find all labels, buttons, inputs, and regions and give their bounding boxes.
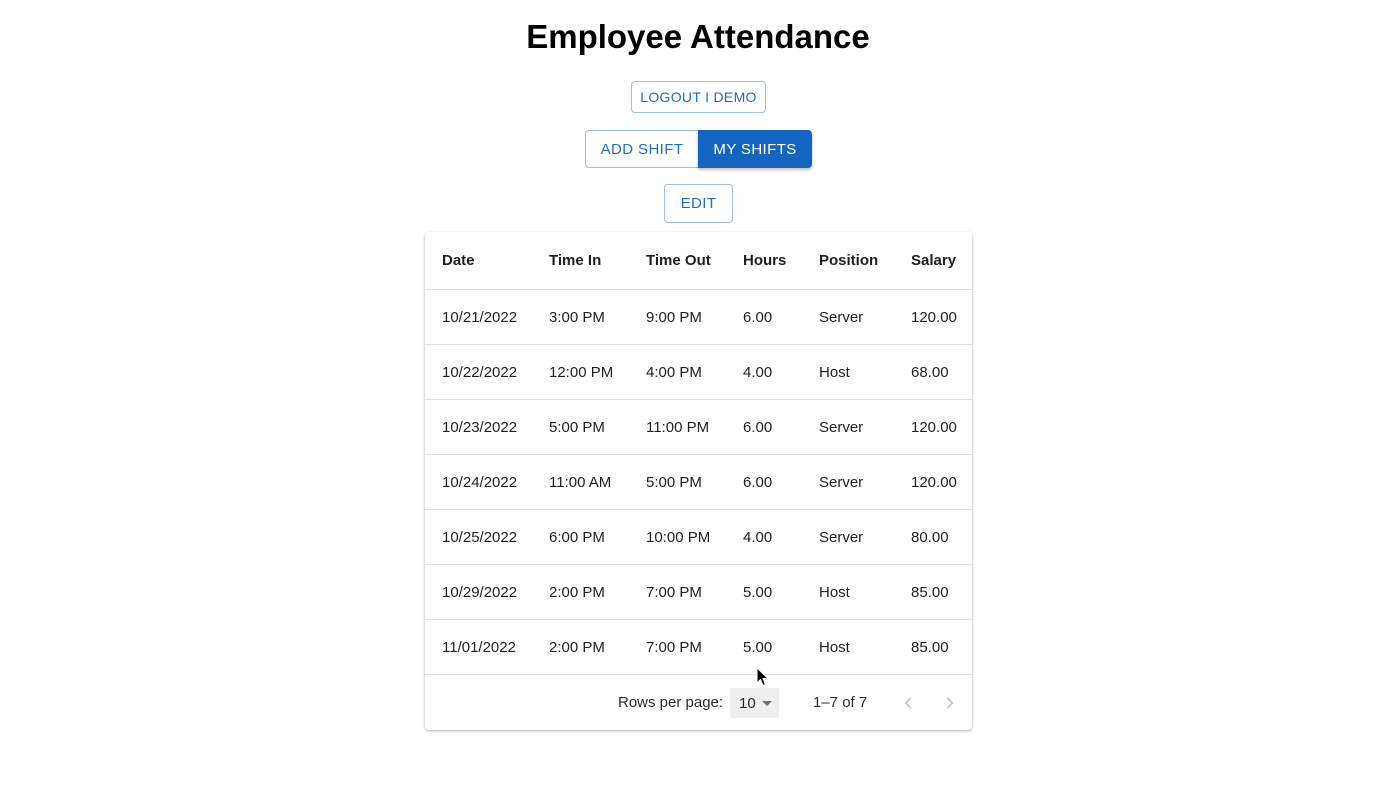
column-header-date[interactable]: Date [442,232,475,289]
edit-button[interactable]: EDIT [664,184,733,223]
cell-time-out: 4:00 PM [646,363,702,381]
cell-salary: 85.00 [911,638,949,656]
table-row[interactable]: 10/21/2022 3:00 PM 9:00 PM 6.00 Server 1… [425,290,972,345]
cell-position: Server [819,528,864,546]
cell-date: 10/24/2022 [442,473,518,491]
cell-time-out: 5:00 PM [646,473,702,491]
column-header-salary[interactable]: Salary [911,232,956,289]
cell-position: Host [819,583,850,601]
cell-position: Host [819,363,850,381]
add-shift-button[interactable]: ADD SHIFT [585,130,698,168]
logout-button[interactable]: LOGOUT I DEMO [631,81,766,113]
cell-time-in: 3:00 PM [549,308,605,326]
cell-salary: 80.00 [911,528,949,546]
cell-position: Server [819,473,864,491]
rows-per-page-label: Rows per page: [618,694,724,711]
column-header-time-out[interactable]: Time Out [646,232,711,289]
cell-time-in: 11:00 AM [549,473,612,491]
cell-time-in: 12:00 PM [549,363,614,381]
cell-time-out: 7:00 PM [646,638,702,656]
table-row[interactable]: 10/23/2022 5:00 PM 11:00 PM 6.00 Server … [425,400,972,455]
next-page-button[interactable] [939,692,961,714]
table-header-row: Date Time In Time Out Hours Position Sal… [425,232,972,290]
column-header-position[interactable]: Position [819,232,878,289]
cell-date: 10/23/2022 [442,418,518,436]
rows-per-page-value: 10 [739,694,756,712]
cell-salary: 68.00 [911,363,949,381]
cell-salary: 120.00 [911,473,957,491]
cell-salary: 85.00 [911,583,949,601]
cell-time-in: 6:00 PM [549,528,605,546]
page-title: Employee Attendance [526,18,870,55]
cell-hours: 6.00 [743,418,773,436]
cell-position: Server [819,308,864,326]
cell-hours: 6.00 [743,308,773,326]
cell-time-out: 11:00 PM [646,418,710,436]
cell-date: 10/21/2022 [442,308,518,326]
previous-page-button[interactable] [897,692,919,714]
shifts-table: Date Time In Time Out Hours Position Sal… [425,232,972,730]
cell-date: 11/01/2022 [442,638,516,656]
table-pagination: Rows per page: 10 1–7 of 7 [425,675,972,730]
table-row[interactable]: 10/29/2022 2:00 PM 7:00 PM 5.00 Host 85.… [425,565,972,620]
cell-salary: 120.00 [911,308,957,326]
cell-salary: 120.00 [911,418,957,436]
cell-hours: 4.00 [743,528,773,546]
chevron-right-icon [946,697,954,709]
cell-position: Host [819,638,850,656]
mouse-cursor-icon [756,667,770,687]
caret-down-icon [762,701,772,706]
page: Employee Attendance LOGOUT I DEMO ADD SH… [0,0,1396,795]
view-toggle-group: ADD SHIFT MY SHIFTS [585,130,812,168]
cell-hours: 5.00 [743,583,773,601]
cell-hours: 5.00 [743,638,773,656]
table-row[interactable]: 10/24/2022 11:00 AM 5:00 PM 6.00 Server … [425,455,972,510]
cell-date: 10/22/2022 [442,363,518,381]
chevron-left-icon [904,697,912,709]
column-header-hours[interactable]: Hours [743,232,786,289]
cell-time-out: 7:00 PM [646,583,702,601]
cell-hours: 6.00 [743,473,773,491]
my-shifts-button[interactable]: MY SHIFTS [698,130,812,168]
cell-position: Server [819,418,864,436]
cell-time-in: 5:00 PM [549,418,605,436]
cell-time-out: 9:00 PM [646,308,702,326]
cell-date: 10/25/2022 [442,528,518,546]
table-row[interactable]: 10/25/2022 6:00 PM 10:00 PM 4.00 Server … [425,510,972,565]
cell-date: 10/29/2022 [442,583,518,601]
column-header-time-in[interactable]: Time In [549,232,601,289]
cell-time-out: 10:00 PM [646,528,711,546]
cell-time-in: 2:00 PM [549,638,605,656]
cell-hours: 4.00 [743,363,773,381]
rows-per-page-select[interactable]: 10 [730,688,779,718]
cell-time-in: 2:00 PM [549,583,605,601]
pagination-range: 1–7 of 7 [813,694,868,711]
table-row[interactable]: 10/22/2022 12:00 PM 4:00 PM 4.00 Host 68… [425,345,972,400]
table-row[interactable]: 11/01/2022 2:00 PM 7:00 PM 5.00 Host 85.… [425,620,972,675]
